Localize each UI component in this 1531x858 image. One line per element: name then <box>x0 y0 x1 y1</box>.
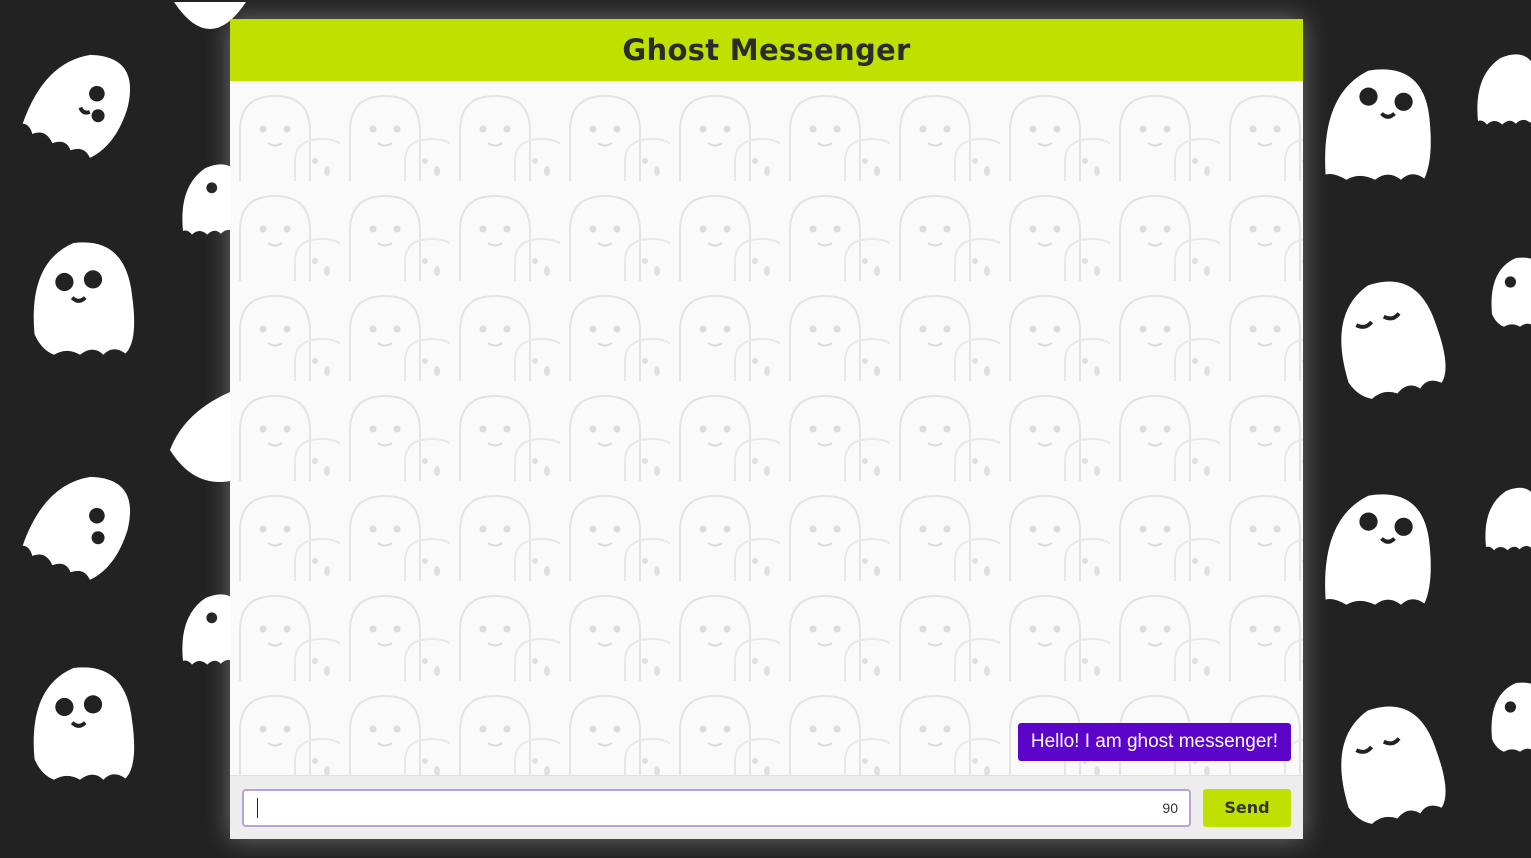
message-input[interactable] <box>244 790 1189 825</box>
ghost-icon <box>1480 225 1531 355</box>
text-caret <box>257 797 258 818</box>
ghost-icon <box>1308 258 1462 412</box>
ghost-icon <box>0 429 166 602</box>
ghost-icon <box>15 655 145 785</box>
char-counter: 90 <box>1162 799 1178 816</box>
message-list: Hello! I am ghost messenger! <box>1017 723 1291 761</box>
app-title: Ghost Messenger <box>622 33 911 67</box>
messenger-window: Ghost Messenger Hello! I am ghost messen… <box>230 19 1303 839</box>
app-header: Ghost Messenger <box>230 19 1303 81</box>
ghost-icon <box>165 380 235 490</box>
ghost-icon <box>1310 480 1440 610</box>
ghost-pattern-background <box>230 81 1303 775</box>
ghost-icon <box>1480 650 1531 780</box>
ghost-icon <box>0 7 166 180</box>
send-button[interactable]: Send <box>1203 788 1291 827</box>
message-composer: 90 Send <box>230 775 1303 839</box>
ghost-icon <box>1470 450 1531 580</box>
message-bubble: Hello! I am ghost messenger! <box>1017 723 1291 761</box>
ghost-icon <box>15 230 145 360</box>
ghost-icon <box>1308 683 1462 837</box>
ghost-icon <box>1310 55 1440 185</box>
message-input-wrapper: 90 <box>242 788 1191 827</box>
ghost-icon <box>1460 20 1531 150</box>
chat-area[interactable]: Hello! I am ghost messenger! <box>230 81 1303 775</box>
